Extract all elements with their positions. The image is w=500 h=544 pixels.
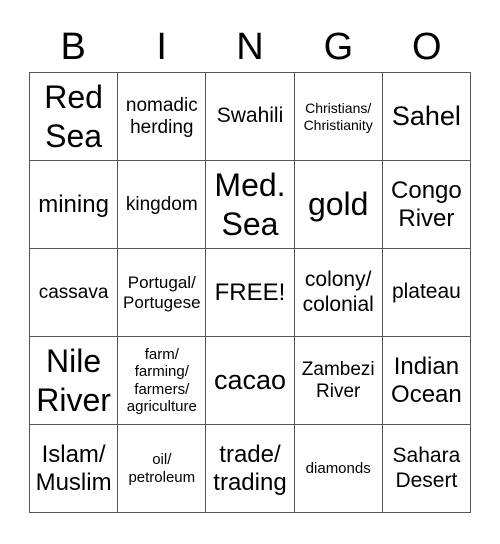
bingo-cell[interactable]: Red Sea — [30, 73, 119, 161]
cell-text: cacao — [213, 364, 287, 395]
bingo-cell[interactable]: trade/ trading — [206, 425, 295, 513]
cell-text: farm/ farming/ farmers/ agriculture — [126, 346, 197, 415]
header-letter-b: B — [60, 26, 86, 68]
cell-text: diamonds — [305, 459, 371, 477]
cell-text: oil/ petroleum — [128, 451, 196, 486]
bingo-cell[interactable]: gold — [294, 161, 383, 249]
cell-text: gold — [307, 186, 369, 223]
cell-text: Portugal/ Portugese — [123, 272, 201, 312]
bingo-cell[interactable]: Sahara Desert — [382, 425, 471, 513]
bingo-cell[interactable]: cassava — [30, 249, 119, 337]
header-letter-n: N — [236, 26, 264, 68]
cell-text: FREE! — [214, 278, 286, 306]
cell-text: nomadic herding — [125, 94, 198, 138]
cell-text: Indian Ocean — [391, 352, 462, 408]
cell-text: cassava — [38, 281, 109, 303]
bingo-cell[interactable]: cacao — [206, 337, 295, 425]
bingo-cell[interactable]: colony/ colonial — [294, 249, 383, 337]
cell-text: colony/ colonial — [302, 268, 374, 316]
cell-text: Islam/ Muslim — [35, 440, 112, 496]
bingo-cell[interactable]: farm/ farming/ farmers/ agriculture — [118, 337, 207, 425]
bingo-cell[interactable]: plateau — [382, 249, 471, 337]
cell-text: Med. Sea — [214, 167, 286, 242]
cell-text: Red Sea — [44, 79, 103, 154]
bingo-cell[interactable]: Med. Sea — [206, 161, 295, 249]
free-space[interactable]: FREE! — [206, 249, 295, 337]
cell-text: mining — [38, 190, 109, 218]
cell-text: Sahel — [391, 100, 461, 131]
bingo-cell[interactable]: Swahili — [206, 73, 295, 161]
cell-text: Christians/ Christianity — [303, 100, 373, 133]
cell-text: Zambezi River — [301, 358, 375, 402]
cell-text: trade/ trading — [213, 440, 287, 496]
header-letter-i: I — [156, 26, 167, 68]
header-letter-o: O — [412, 26, 442, 68]
bingo-cell[interactable]: kingdom — [118, 161, 207, 249]
header-letter-g: G — [323, 26, 354, 68]
cell-text: plateau — [391, 280, 461, 304]
bingo-header: B I N G O — [29, 22, 471, 72]
bingo-cell[interactable]: oil/ petroleum — [118, 425, 207, 513]
bingo-cell[interactable]: Nile River — [30, 337, 119, 425]
cell-text: Congo River — [391, 176, 462, 232]
cell-text: Swahili — [216, 104, 284, 128]
cell-text: kingdom — [125, 193, 198, 215]
bingo-grid: Red Sea nomadic herding Swahili Christia… — [29, 72, 471, 513]
bingo-cell[interactable]: Portugal/ Portugese — [118, 249, 207, 337]
bingo-cell[interactable]: Christians/ Christianity — [294, 73, 383, 161]
bingo-cell[interactable]: mining — [30, 161, 119, 249]
bingo-cell[interactable]: Sahel — [382, 73, 471, 161]
bingo-cell[interactable]: diamonds — [294, 425, 383, 513]
bingo-cell[interactable]: Congo River — [382, 161, 471, 249]
cell-text: Nile River — [36, 343, 111, 418]
bingo-cell[interactable]: Zambezi River — [294, 337, 383, 425]
cell-text: Sahara Desert — [392, 444, 461, 492]
bingo-cell[interactable]: Islam/ Muslim — [30, 425, 119, 513]
bingo-cell[interactable]: nomadic herding — [118, 73, 207, 161]
bingo-cell[interactable]: Indian Ocean — [382, 337, 471, 425]
